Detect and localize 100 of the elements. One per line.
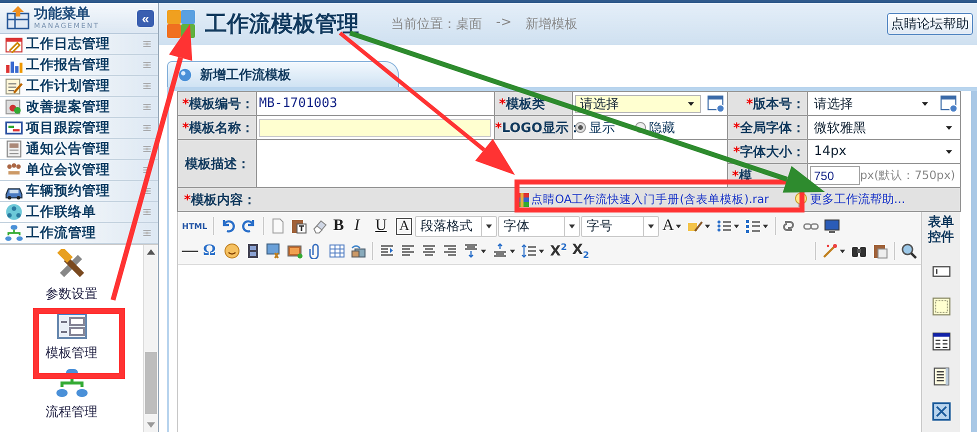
dropdown[interactable]: 请选择 — [575, 94, 701, 112]
handle-icon — [142, 60, 152, 70]
bullet-list-icon — [716, 218, 732, 234]
settings-window-icon[interactable] — [940, 94, 958, 112]
menu-item[interactable]: 改善提案管理 — [0, 97, 158, 118]
numbered-list-icon — [744, 218, 761, 234]
wand-icon — [822, 243, 838, 259]
scrollbar[interactable] — [143, 245, 158, 432]
italic-button[interactable]: I — [352, 215, 372, 237]
sup-button[interactable]: X$^{2}$ — [548, 240, 570, 262]
toolbar-dropdown[interactable]: 段落格式 — [415, 216, 498, 236]
textarea-icon[interactable] — [932, 296, 950, 316]
flowchart-icon — [56, 367, 88, 399]
rule-button[interactable]: — — [180, 240, 200, 262]
boxed-button[interactable]: A — [394, 215, 414, 237]
caret-icon — [762, 222, 769, 230]
handle-icon — [142, 186, 152, 196]
menu-item[interactable]: 车辆预约管理 — [0, 181, 158, 202]
preview-icon — [901, 243, 917, 259]
omega-button[interactable]: Ω — [201, 240, 221, 262]
flowchart-icon — [5, 224, 23, 242]
eraser-icon — [312, 218, 328, 234]
field-label: *全局字体： — [728, 116, 808, 140]
breadcrumb-text: 新增模板 — [526, 16, 578, 33]
caret-icon — [509, 248, 516, 254]
undo-icon — [220, 218, 236, 234]
breadcrumb-text: 当前位置：桌面 — [391, 16, 482, 33]
menu-item[interactable]: 工作计划管理 — [0, 76, 158, 97]
settings-window-icon[interactable] — [707, 94, 725, 112]
manual-download-link[interactable]: 点睛OA工作流快速入门手册(含表单模板).rar — [514, 192, 769, 208]
notepad-icon — [5, 77, 23, 95]
media-icon — [350, 243, 366, 259]
breadcrumb-text: -> — [496, 15, 512, 32]
panel-title: 表单控件 — [928, 216, 954, 246]
handle-icon — [142, 102, 152, 112]
html-button[interactable]: HTML — [180, 215, 210, 237]
panel-tab[interactable]: 新增工作流模板 — [167, 61, 399, 87]
spacing-before-icon — [463, 243, 479, 259]
sidebar-title: 功能菜单 — [34, 6, 91, 20]
template-logo-icon — [165, 8, 197, 40]
grid-form-icon[interactable] — [932, 332, 950, 351]
handle-icon — [142, 39, 152, 49]
menu-item[interactable]: 通知公告管理 — [0, 139, 158, 160]
module-label: 参数设置 — [46, 286, 98, 303]
sub-button[interactable]: X$_{2}$ — [570, 240, 811, 262]
clipboard-icon — [291, 218, 308, 234]
field-label: *模板内容： — [183, 192, 257, 208]
field-label: 模板描述： — [178, 140, 256, 188]
menu-item[interactable]: 工作报告管理 — [0, 55, 158, 76]
underline-button[interactable]: U — [373, 215, 394, 237]
handle-icon — [142, 207, 152, 217]
spacing-after-icon — [492, 243, 508, 259]
page-icon — [270, 218, 286, 234]
caret-icon — [538, 248, 545, 254]
input-field[interactable]: 750 — [810, 166, 860, 185]
module-item[interactable]: 模板管理 — [46, 308, 98, 364]
smiley-icon — [224, 243, 240, 259]
list-box-icon[interactable] — [932, 366, 950, 386]
image-link-icon — [266, 243, 282, 259]
caret-icon — [704, 222, 711, 230]
tab-label: 新增工作流模板 — [200, 66, 291, 84]
fontcolor-button[interactable]: A — [660, 215, 684, 237]
module-label: 模板管理 — [46, 345, 98, 362]
forum-help-button[interactable]: 点睛论坛帮助 — [887, 13, 973, 35]
bold-button[interactable]: B — [331, 215, 352, 237]
field-label: *版本号： — [728, 92, 808, 116]
module-label: 流程管理 — [46, 404, 98, 421]
gantt-icon — [5, 119, 23, 137]
module-item[interactable]: 参数设置 — [46, 249, 98, 305]
collapse-button[interactable]: « — [137, 10, 154, 26]
input-field[interactable] — [259, 118, 491, 136]
handle-icon — [142, 123, 152, 133]
image-box-icon[interactable] — [932, 402, 950, 421]
menu-item[interactable]: 工作日志管理 — [0, 34, 158, 55]
menu-window-icon — [6, 6, 30, 30]
page-title: 工作流模板管理 — [205, 10, 359, 39]
module-item[interactable]: 流程管理 — [46, 367, 98, 423]
field-label: *模板编号： — [178, 92, 256, 116]
menu-item[interactable]: 工作流管理 — [0, 223, 158, 244]
field-hint: px(默认：750px) — [860, 168, 956, 183]
monitor-icon — [824, 218, 840, 234]
scroll-thumb[interactable] — [145, 352, 157, 414]
calendar-icon — [5, 35, 23, 53]
image-icon — [287, 243, 303, 259]
field-label: *字体大小： — [728, 140, 808, 164]
field-label: *模板名称： — [178, 116, 256, 140]
menu-item[interactable]: 单位会议管理 — [0, 160, 158, 181]
network-icon — [5, 203, 23, 221]
paste-icon — [872, 243, 888, 259]
menu-item[interactable]: 项目跟踪管理 — [0, 118, 158, 139]
document-icon — [5, 140, 23, 158]
table-icon — [329, 243, 345, 259]
film-icon — [245, 243, 261, 259]
handle-icon — [142, 81, 152, 91]
caret-icon — [732, 222, 740, 230]
toolbar-dropdown[interactable]: 字体 — [498, 216, 580, 236]
line-height-icon — [521, 243, 537, 259]
toolbar-dropdown[interactable]: 字号 — [581, 216, 660, 236]
menu-item[interactable]: 工作联络单 — [0, 202, 158, 223]
handle-icon — [142, 144, 152, 154]
